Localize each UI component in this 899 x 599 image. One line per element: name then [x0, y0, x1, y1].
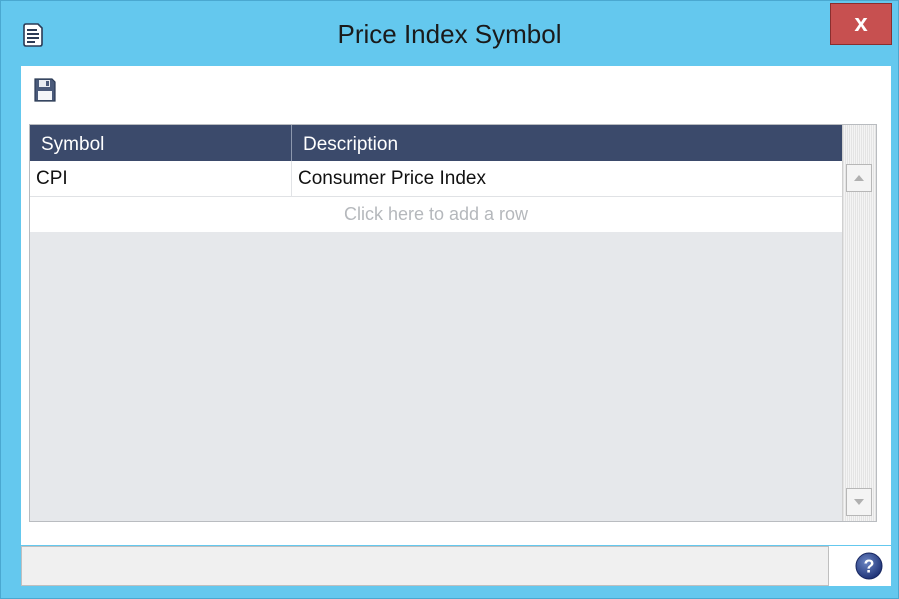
grid-header: Symbol Description	[30, 125, 842, 161]
scroll-up-button[interactable]	[846, 164, 872, 192]
add-row-button[interactable]: Click here to add a row	[30, 197, 842, 232]
cell-symbol[interactable]: CPI	[30, 161, 292, 197]
status-text	[21, 546, 829, 586]
svg-text:?: ?	[864, 557, 875, 577]
content-area: Symbol Description CPI Consumer Price In…	[21, 114, 891, 545]
symbol-grid: Symbol Description CPI Consumer Price In…	[29, 124, 877, 522]
save-icon[interactable]	[33, 77, 57, 103]
chevron-down-icon	[854, 499, 864, 505]
dialog-window: Price Index Symbol x Symbol Description …	[0, 0, 899, 599]
table-row[interactable]: CPI Consumer Price Index	[30, 161, 842, 197]
title-bar: Price Index Symbol x	[1, 1, 898, 65]
close-button[interactable]: x	[830, 3, 892, 45]
help-icon[interactable]: ?	[855, 552, 883, 580]
window-title: Price Index Symbol	[337, 19, 562, 49]
status-bar: ?	[21, 546, 891, 586]
vertical-scrollbar[interactable]	[842, 125, 876, 521]
column-header-symbol[interactable]: Symbol	[30, 125, 292, 161]
cell-description[interactable]: Consumer Price Index	[292, 161, 842, 197]
chevron-up-icon	[854, 175, 864, 181]
column-header-description[interactable]: Description	[292, 125, 842, 161]
scroll-down-button[interactable]	[846, 488, 872, 516]
close-icon: x	[854, 10, 868, 37]
toolbar	[21, 66, 891, 115]
